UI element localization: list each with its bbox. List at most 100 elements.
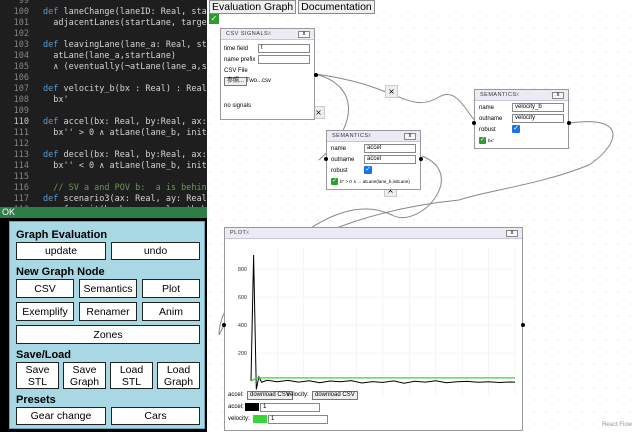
semantics-button[interactable]: Semantics — [79, 279, 137, 298]
csv-button[interactable]: CSV — [16, 279, 74, 298]
semantics-velocity-header[interactable]: SEMANTICS x x — [475, 90, 568, 101]
code-text: adjacentLanes(startLane, target — [43, 18, 207, 28]
load-stl-button[interactable]: Load STL — [110, 362, 153, 389]
csv-signals-node[interactable]: CSV SIGNALS x x time field t name prefix… — [220, 28, 318, 120]
code-line: 100 def laneChange(laneID: Real, start — [0, 7, 207, 18]
robust-label: robust — [331, 168, 348, 174]
robust-checkbox[interactable]: ✓ — [512, 125, 520, 133]
csv-node-close-button[interactable]: x — [298, 31, 310, 38]
line-number: 102 — [13, 29, 29, 39]
csv-node-title: CSV SIGNALS — [226, 31, 269, 37]
plot-button[interactable]: Plot — [142, 279, 200, 298]
robust-checkbox[interactable]: ✓ — [364, 166, 372, 174]
code-line: 117 def scenario3(ax: Real, ay: Real, — [0, 194, 207, 205]
download-velocity-csv-button[interactable]: download CSV — [312, 391, 358, 400]
line-number: 111 — [13, 128, 29, 138]
semantics-accel-close-button[interactable]: x — [404, 133, 416, 140]
update-button[interactable]: update — [16, 242, 106, 260]
plot-input-handle[interactable] — [222, 323, 226, 327]
semantics-accel-title: SEMANTICS — [332, 133, 369, 139]
cars-button[interactable]: Cars — [111, 407, 200, 425]
graph-canvas[interactable]: × × × CSV SIGNALS x x time field t name … — [209, 15, 636, 432]
control-panel-body: Graph Evaluation update undo New Graph N… — [9, 221, 205, 429]
plot-node-header[interactable]: PLOT x x — [225, 228, 522, 239]
velocity-color-label: velocity: — [228, 416, 250, 422]
outname-input[interactable]: accel — [364, 155, 416, 164]
velocity-legend-label: velocity: — [287, 392, 309, 398]
code-line: 102 — [0, 29, 207, 40]
tab-documentation[interactable]: Documentation — [298, 0, 375, 14]
plot-node-close-button[interactable]: x — [506, 230, 518, 237]
code-line: 101 adjacentLanes(startLane, target — [0, 18, 207, 29]
line-number: 105 — [13, 62, 29, 72]
code-text: bx'' > 0 ∧ atLane(lane_b, init — [43, 128, 207, 138]
semantics-velocity-input-handle[interactable] — [472, 121, 476, 125]
download-accel-csv-button[interactable]: download CSV — [247, 391, 293, 400]
y-tick-label: 600 — [238, 295, 247, 301]
line-number: 103 — [13, 40, 29, 50]
plot-chart[interactable]: 200 400 600 800 — [225, 240, 522, 400]
code-line: 106 — [0, 73, 207, 84]
robust-label: robust — [479, 127, 496, 133]
delete-edge-button[interactable]: × — [385, 85, 398, 98]
semantics-velocity-output-handle[interactable] — [567, 121, 571, 125]
react-flow-attribution[interactable]: React Flow — [602, 422, 632, 428]
plot-output-handle[interactable] — [521, 323, 525, 327]
semantics-velocity-close-button[interactable]: x — [552, 92, 564, 99]
save-graph-button[interactable]: Save Graph — [63, 362, 106, 389]
app-root: 99 100 def laneChange(laneID: Real, start 1… — [0, 0, 636, 432]
code-line: 108 bx' — [0, 95, 207, 106]
name-prefix-input[interactable] — [258, 55, 310, 64]
semantics-accel-header[interactable]: SEMANTICS x x — [327, 131, 420, 142]
tab-evaluation-graph[interactable]: Evaluation Graph — [209, 0, 297, 14]
velocity-color-swatch[interactable] — [253, 415, 267, 423]
name-input[interactable]: velocity_b — [512, 103, 564, 112]
outname-input[interactable]: velocity — [512, 114, 564, 123]
code-line: 116 // SV a and POV b: a is behind b — [0, 183, 207, 194]
code-keyword: def — [43, 7, 59, 17]
code-line: 115 — [0, 172, 207, 183]
code-text: velocity_b(bx : Real) : Real = — [58, 84, 207, 94]
code-line: 103 def leavingLane(lane_a: Real, star — [0, 40, 207, 51]
code-line: 110 def accel(bx: Real, by:Real, ax:Re — [0, 117, 207, 128]
name-input[interactable]: accel — [364, 144, 416, 153]
time-field-input[interactable]: t — [258, 44, 310, 53]
exemplify-button[interactable]: Exemplify — [16, 302, 74, 321]
code-line: 109 — [0, 106, 207, 117]
status-check-icon: ✓ — [331, 178, 338, 185]
status-check-icon: ✓ — [479, 137, 486, 144]
semantics-accel-input-handle[interactable] — [324, 157, 328, 161]
code-editor[interactable]: 99 100 def laneChange(laneID: Real, start 1… — [0, 0, 207, 218]
code-keyword: def — [43, 40, 59, 50]
semantics-velocity-node[interactable]: SEMANTICS x x name velocity_b outname ve… — [472, 89, 571, 149]
csv-file-name: Two...csv — [246, 78, 272, 84]
accel-width-input[interactable]: 1 — [260, 403, 320, 412]
code-text: laneChange(laneID: Real, start — [58, 7, 207, 17]
code-line: 113 def decel(bx: Real, by:Real, ax: R — [0, 150, 207, 161]
semantics-accel-node[interactable]: SEMANTICS x x name accel outname accel r… — [324, 130, 423, 190]
semantics-accel-output-handle[interactable] — [419, 157, 423, 161]
line-number: 114 — [13, 161, 29, 171]
editor-status-text: OK — [2, 207, 16, 217]
graph-evaluation-heading: Graph Evaluation — [16, 229, 108, 241]
browse-file-button[interactable]: 参照... — [224, 77, 248, 86]
csv-output-handle[interactable] — [314, 73, 318, 77]
outname-label: outname — [331, 157, 355, 163]
csv-file-label: CSV File — [224, 68, 248, 74]
zones-button[interactable]: Zones — [16, 325, 200, 344]
load-graph-button[interactable]: Load Graph — [157, 362, 200, 389]
anim-button[interactable]: Anim — [142, 302, 200, 321]
code-line: 104 atLane(lane_a,startLane) — [0, 51, 207, 62]
line-number: 107 — [13, 84, 29, 94]
gear-change-button[interactable]: Gear change — [16, 407, 106, 425]
save-stl-button[interactable]: Save STL — [16, 362, 59, 389]
plot-node[interactable]: PLOT x x 200 400 600 800 accel: download CS… — [222, 227, 525, 431]
formula-text: bx' — [488, 138, 494, 143]
csv-node-header[interactable]: CSV SIGNALS x x — [221, 29, 314, 40]
name-label: name — [331, 146, 347, 152]
renamer-button[interactable]: Renamer — [79, 302, 137, 321]
velocity-width-input[interactable]: 1 — [268, 415, 328, 424]
code-text: bx'' < 0 ∧ atLane(lane_b, init — [43, 161, 207, 171]
accel-color-swatch[interactable] — [245, 403, 259, 411]
undo-button[interactable]: undo — [111, 242, 200, 260]
